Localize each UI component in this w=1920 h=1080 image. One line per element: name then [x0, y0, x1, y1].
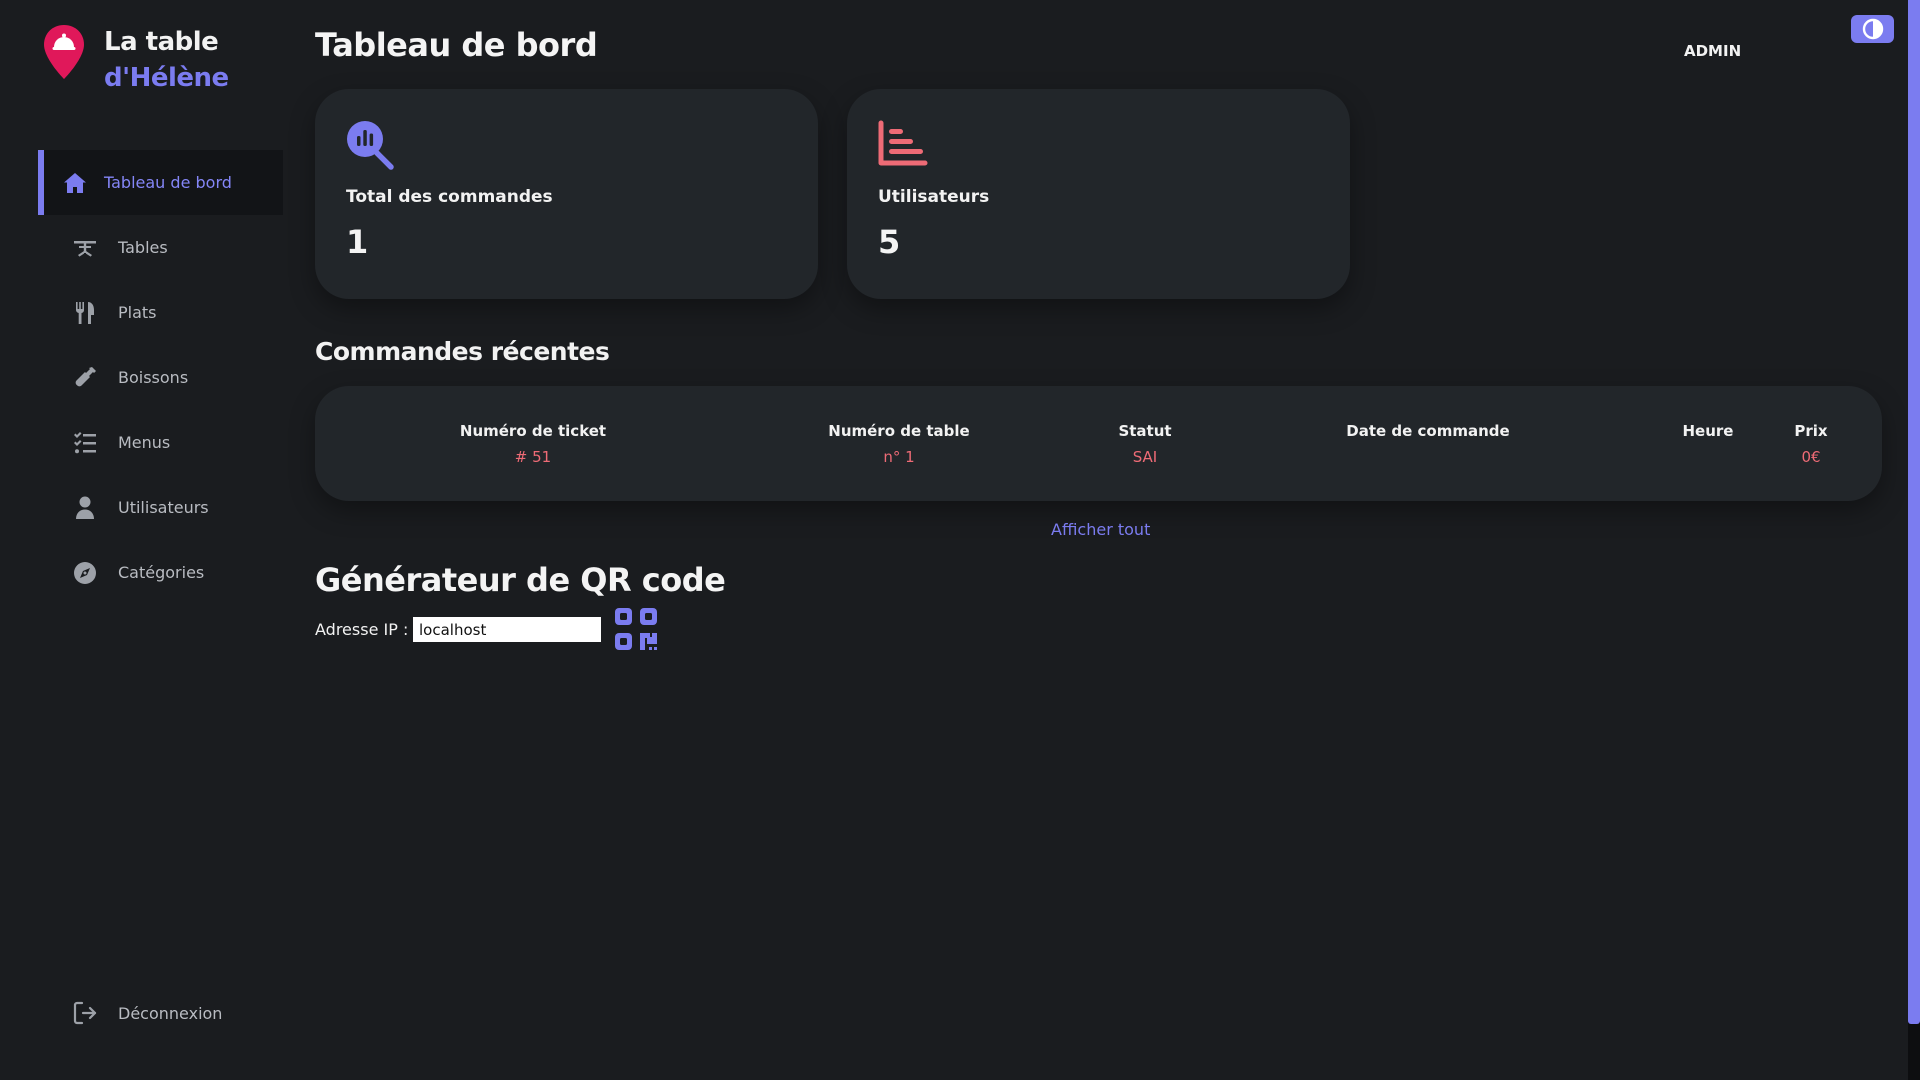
sidebar-item-label: Tables [118, 238, 168, 257]
table-column: Numéro de table n° 1 [828, 422, 969, 466]
page-scrollbar[interactable] [1908, 0, 1920, 1080]
map-pin-icon [44, 25, 84, 79]
sidebar-item-boissons[interactable]: Boissons [38, 345, 283, 410]
list-check-icon [72, 430, 98, 456]
ip-address-input[interactable] [413, 617, 601, 642]
sidebar-item-utilisateurs[interactable]: Utilisateurs [38, 475, 283, 540]
compass-icon [72, 560, 98, 586]
bottle-icon [72, 365, 98, 391]
table-column: Numéro de ticket # 51 [460, 422, 606, 466]
utensils-icon [72, 300, 98, 326]
ip-address-label: Adresse IP : [315, 620, 409, 639]
logout-label: Déconnexion [118, 1003, 223, 1023]
stat-card-users: Utilisateurs 5 [847, 89, 1350, 299]
see-all-link[interactable]: Afficher tout [1051, 520, 1150, 539]
home-icon [62, 170, 88, 196]
qr-code-icon[interactable] [614, 607, 660, 653]
table-icon [72, 235, 98, 261]
brand-logo[interactable]: La table d'Hélène [42, 24, 229, 96]
table-column: Heure [1683, 422, 1734, 448]
ticket-number-cell[interactable]: # 51 [460, 448, 606, 466]
user-icon [72, 495, 98, 521]
chart-search-icon [347, 121, 394, 170]
sidebar-item-label: Menus [118, 433, 171, 452]
sidebar-nav: Tableau de bord Tables Plats Boissons Me… [38, 150, 283, 605]
sidebar-item-label: Tableau de bord [104, 173, 232, 192]
sidebar-item-label: Boissons [118, 368, 189, 387]
price-cell: 0€ [1801, 448, 1821, 466]
status-cell: SAI [1132, 448, 1158, 466]
theme-toggle-button[interactable] [1851, 15, 1894, 43]
table-column: Date de commande [1346, 422, 1509, 448]
column-header: Heure [1682, 422, 1734, 440]
contrast-icon [1862, 18, 1883, 40]
table-number-cell: n° 1 [883, 448, 915, 466]
logout-icon [73, 1001, 97, 1025]
stat-value: 1 [346, 223, 369, 261]
bar-chart-icon [878, 120, 928, 166]
sidebar-item-label: Plats [118, 303, 157, 322]
table-column: Prix 0€ [1794, 422, 1827, 466]
column-header: Numéro de table [828, 422, 970, 440]
column-header: Prix [1794, 422, 1828, 440]
qr-generator-title: Générateur de QR code [315, 561, 726, 599]
scrollbar-thumb[interactable] [1908, 0, 1920, 1024]
user-name[interactable]: ADMIN [1684, 42, 1741, 60]
recent-orders-table: Numéro de ticket # 51 Numéro de table n°… [315, 386, 1882, 501]
column-header: Date de commande [1346, 422, 1510, 440]
sidebar: La table d'Hélène Tableau de bord Tables… [0, 0, 290, 1080]
stat-card-orders: Total des commandes 1 [315, 89, 818, 299]
page-title: Tableau de bord [315, 26, 598, 64]
brand-name-line2: d'Hélène [104, 63, 229, 93]
sidebar-item-plats[interactable]: Plats [38, 280, 283, 345]
sidebar-item-tables[interactable]: Tables [38, 215, 283, 280]
sidebar-item-label: Catégories [118, 563, 205, 582]
logout-button[interactable]: Déconnexion [72, 1000, 222, 1026]
recent-orders-title: Commandes récentes [315, 337, 610, 366]
table-column: Statut SAI [1118, 422, 1171, 466]
column-header: Statut [1118, 422, 1172, 440]
brand-name-line1: La table [104, 27, 219, 57]
column-header: Numéro de ticket [459, 422, 607, 440]
stat-label: Total des commandes [346, 187, 553, 207]
stat-value: 5 [878, 223, 901, 261]
sidebar-item-dashboard[interactable]: Tableau de bord [38, 150, 283, 215]
sidebar-item-categories[interactable]: Catégories [38, 540, 283, 605]
sidebar-item-label: Utilisateurs [118, 498, 209, 517]
stat-label: Utilisateurs [878, 187, 990, 207]
sidebar-item-menus[interactable]: Menus [38, 410, 283, 475]
